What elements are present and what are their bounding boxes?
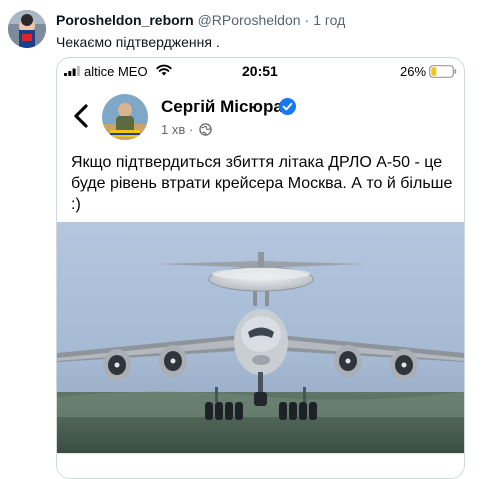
post-author-avatar-image [102,94,148,140]
battery-icon [429,65,457,78]
signal-icon [64,66,80,76]
tweet-display-name[interactable]: Porosheldon_reborn [56,12,194,28]
carrier-name: altice MEO [84,64,148,79]
tweet-handle[interactable]: @RPorosheldon [198,12,301,28]
tweet-header: Porosheldon_reborn @RPorosheldon · 1 год [56,11,345,29]
post-actions-strip [57,453,464,478]
tweet-separator: · [304,12,310,28]
globe-icon [199,123,212,136]
post-author-avatar[interactable] [102,94,148,140]
post-timestamp[interactable]: 1 хв [161,122,185,137]
post-body-text: Якщо підтвердиться збиття літака ДРЛО А-… [71,154,453,213]
phone-status-bar: altice MEO 20:51 26% [57,58,464,86]
tweet-text: Чекаємо підтвердження . [56,34,220,50]
avatar-image [8,10,46,48]
verified-badge-icon [279,98,296,115]
post-separator: · [189,122,194,137]
back-arrow-icon[interactable] [71,102,93,130]
wifi-icon [156,64,172,76]
post-author-name[interactable]: Сергій Місюра [161,97,283,117]
tweet-timestamp[interactable]: 1 год [313,12,345,28]
battery-percent: 26% [400,64,427,79]
attached-screenshot[interactable]: altice MEO 20:51 26% Сергій Місюра 1 хв … [56,57,465,479]
aircraft-photo[interactable] [57,222,464,453]
tweet-author-avatar[interactable] [8,10,46,48]
status-time: 20:51 [242,63,278,79]
